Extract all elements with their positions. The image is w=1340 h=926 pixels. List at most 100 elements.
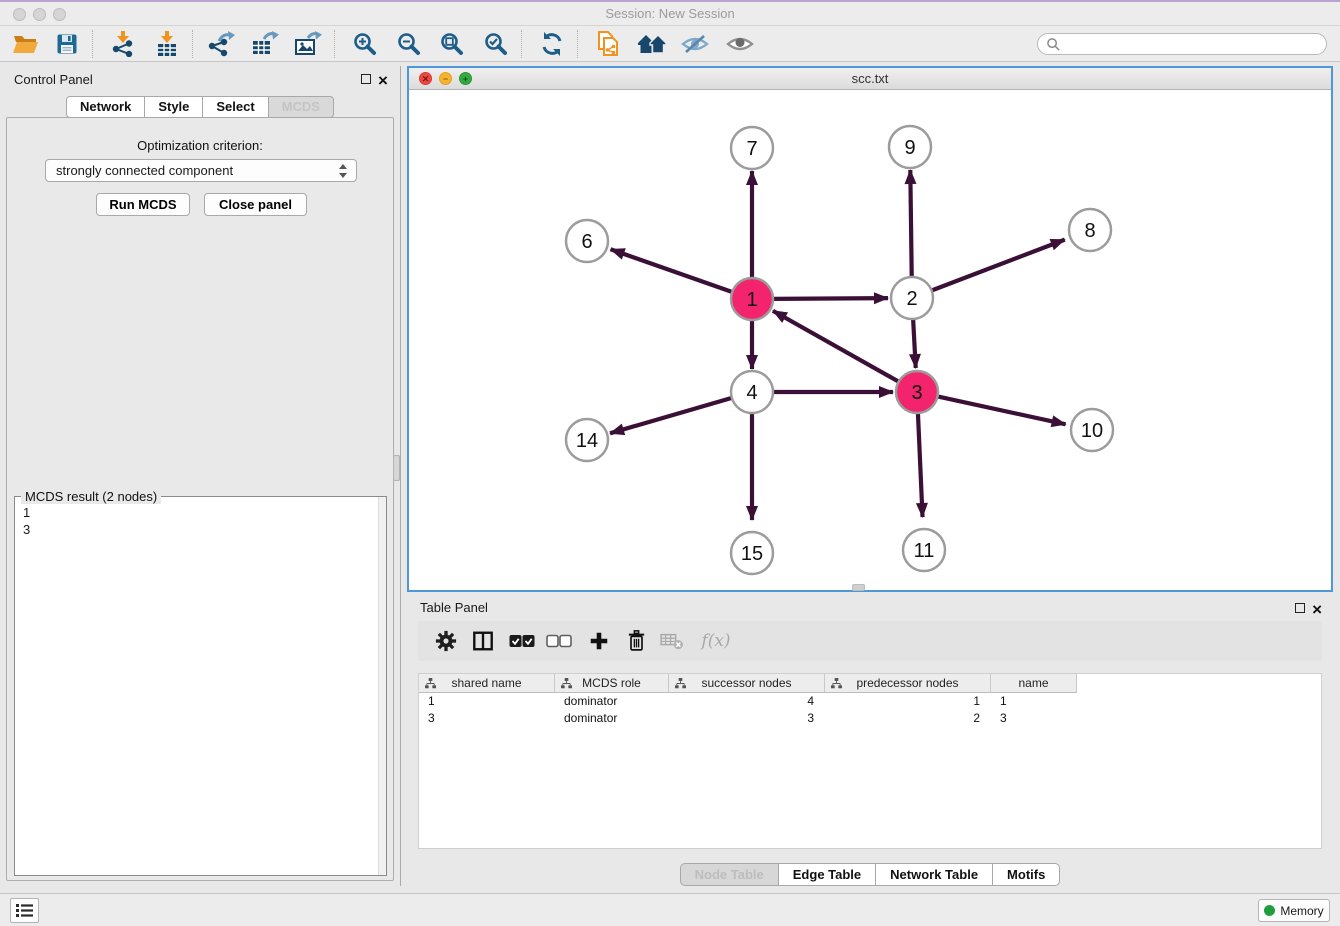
graph-edge-2-8[interactable]: [932, 240, 1065, 291]
graph-edge-3-1[interactable]: [773, 311, 899, 382]
fx-label: f(x): [701, 631, 730, 651]
cell-name[interactable]: 3: [991, 710, 1077, 727]
network-window-titlebar[interactable]: ✕ − + scc.txt: [409, 68, 1331, 90]
cell-name[interactable]: 1: [991, 693, 1077, 710]
status-bar: Memory: [0, 893, 1340, 926]
refresh-view-icon[interactable]: [535, 27, 569, 61]
tab-node-table[interactable]: Node Table: [680, 863, 779, 886]
cell-successor-nodes[interactable]: 4: [669, 693, 825, 710]
cell-shared-name[interactable]: 3: [419, 710, 555, 727]
table-row[interactable]: 3 dominator 3 2 3: [419, 710, 1321, 727]
function-builder-icon[interactable]: f(x): [694, 624, 738, 658]
cell-predecessor-nodes[interactable]: 1: [825, 693, 991, 710]
attribute-type-icon: [831, 678, 842, 689]
zoom-selected-icon[interactable]: [479, 27, 513, 61]
graph-edge-1-2[interactable]: [773, 298, 888, 299]
control-panel-tabs: Network Style Select MCDS: [0, 96, 400, 118]
column-header-predecessor-nodes[interactable]: predecessor nodes: [825, 674, 991, 693]
zoom-out-icon[interactable]: [392, 27, 426, 61]
cell-successor-nodes[interactable]: 3: [669, 710, 825, 727]
tab-network-table[interactable]: Network Table: [876, 863, 993, 886]
network-graph[interactable]: 7968124314101511: [409, 90, 1331, 590]
export-table-icon[interactable]: [248, 27, 282, 61]
mcds-result-lines[interactable]: 1 3: [23, 504, 30, 538]
tab-network[interactable]: Network: [66, 96, 145, 118]
hide-eye-icon[interactable]: [678, 27, 712, 61]
zoom-in-icon[interactable]: [348, 27, 382, 61]
column-header-successor-nodes[interactable]: successor nodes: [669, 674, 825, 693]
network-canvas[interactable]: 7968124314101511: [409, 90, 1331, 590]
cell-mcds-role[interactable]: dominator: [555, 710, 669, 727]
save-session-icon[interactable]: [50, 27, 84, 61]
export-image-icon[interactable]: [291, 27, 325, 61]
delete-icon[interactable]: [619, 624, 653, 658]
cell-predecessor-nodes[interactable]: 2: [825, 710, 991, 727]
column-header-mcds-role[interactable]: MCDS role: [555, 674, 669, 693]
criterion-value: strongly connected component: [56, 163, 233, 178]
memory-button[interactable]: Memory: [1258, 899, 1330, 922]
node-table[interactable]: shared name MCDS role successor nodes pr…: [418, 673, 1322, 849]
column-label: successor nodes: [701, 676, 791, 690]
import-table-icon[interactable]: [150, 27, 184, 61]
memory-status-icon: [1264, 905, 1275, 916]
vertical-splitter-grip[interactable]: [393, 455, 400, 481]
delete-table-icon[interactable]: [655, 624, 689, 658]
zoom-fit-icon[interactable]: [435, 27, 469, 61]
vertical-splitter[interactable]: [400, 66, 401, 886]
toolbar-separator: [521, 30, 522, 58]
column-header-shared-name[interactable]: shared name: [419, 674, 555, 693]
gear-icon[interactable]: [429, 624, 463, 658]
tab-style[interactable]: Style: [145, 96, 203, 118]
table-panel-close-icon[interactable]: ×: [1312, 605, 1322, 615]
result-scrollbar[interactable]: [378, 497, 386, 875]
search-box[interactable]: [1037, 33, 1327, 55]
tab-mcds[interactable]: MCDS: [269, 96, 334, 118]
cell-shared-name[interactable]: 1: [419, 693, 555, 710]
select-all-icon[interactable]: [505, 624, 539, 658]
home-icon[interactable]: [635, 27, 669, 61]
close-panel-button[interactable]: Close panel: [204, 193, 307, 216]
search-icon: [1046, 37, 1061, 52]
column-label: name: [1018, 676, 1048, 690]
control-panel-float-icon[interactable]: [361, 74, 371, 84]
graph-node-label-10: 10: [1081, 420, 1103, 442]
graph-node-label-9: 9: [904, 137, 915, 159]
criterion-dropdown[interactable]: strongly connected component: [45, 159, 357, 182]
graph-edge-2-3[interactable]: [913, 319, 916, 368]
tab-motifs[interactable]: Motifs: [993, 863, 1060, 886]
graph-edge-3-11[interactable]: [918, 413, 923, 517]
graph-edge-2-9[interactable]: [910, 170, 911, 277]
graph-node-label-1: 1: [746, 289, 757, 311]
add-column-icon[interactable]: [582, 624, 616, 658]
attribute-type-icon: [675, 678, 686, 689]
split-columns-icon[interactable]: [466, 624, 500, 658]
table-panel-title: Table Panel: [420, 600, 488, 615]
horizontal-splitter-grip[interactable]: [852, 584, 865, 591]
graph-edge-1-6[interactable]: [611, 249, 733, 292]
clone-network-icon[interactable]: [591, 27, 625, 61]
graph-edge-4-14[interactable]: [610, 398, 732, 433]
cell-mcds-role[interactable]: dominator: [555, 693, 669, 710]
control-panel: Optimization criterion: strongly connect…: [6, 117, 394, 881]
import-network-icon[interactable]: [106, 27, 140, 61]
export-network-icon[interactable]: [204, 27, 238, 61]
graph-edge-3-10[interactable]: [938, 396, 1066, 424]
task-history-button[interactable]: [10, 898, 39, 923]
column-header-name[interactable]: name: [991, 674, 1077, 693]
network-window: ✕ − + scc.txt 7968124314101511: [407, 66, 1333, 592]
toolbar-separator: [334, 30, 335, 58]
search-input[interactable]: [1061, 37, 1311, 51]
show-eye-icon[interactable]: [723, 27, 757, 61]
graph-node-label-3: 3: [911, 382, 922, 404]
tab-select[interactable]: Select: [203, 96, 268, 118]
table-panel: Table Panel × f(x) s: [407, 597, 1333, 886]
deselect-all-icon[interactable]: [542, 624, 576, 658]
table-panel-float-icon[interactable]: [1295, 603, 1305, 613]
open-session-icon[interactable]: [8, 27, 42, 61]
table-row[interactable]: 1 dominator 4 1 1: [419, 693, 1321, 710]
control-panel-close-icon[interactable]: ×: [378, 76, 388, 86]
attribute-type-icon: [425, 678, 436, 689]
tab-edge-table[interactable]: Edge Table: [779, 863, 876, 886]
graph-node-label-2: 2: [906, 288, 917, 310]
run-mcds-button[interactable]: Run MCDS: [96, 193, 190, 216]
